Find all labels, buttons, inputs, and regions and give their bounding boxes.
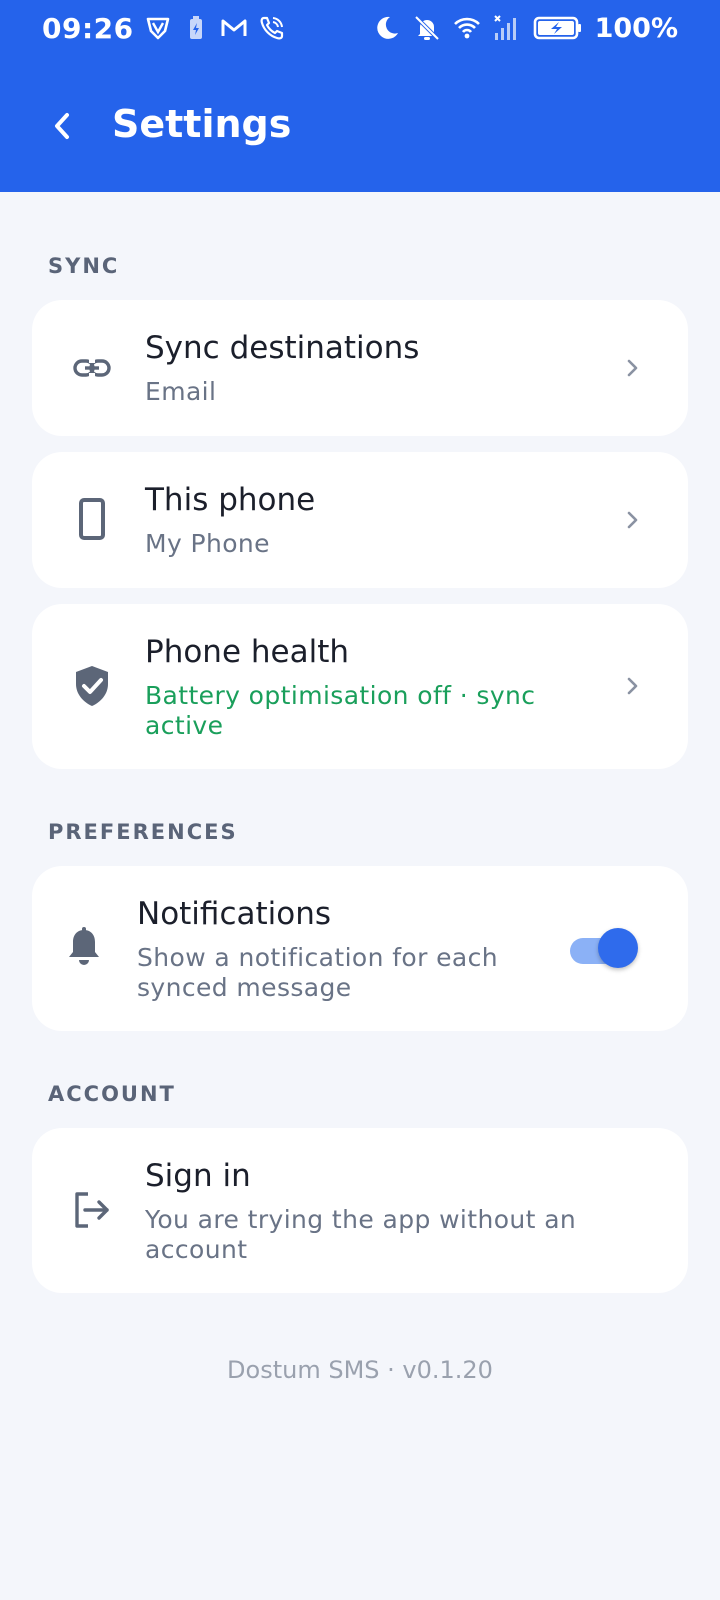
status-left: 09:26 <box>42 12 286 45</box>
item-status: Battery optimisation off · sync active <box>145 681 536 740</box>
item-title: Notifications <box>137 896 332 932</box>
signal-icon <box>493 14 521 42</box>
settings-item-sign-in[interactable]: Sign in You are trying the app without a… <box>32 1128 688 1293</box>
moon-icon <box>373 14 401 42</box>
notifications-toggle[interactable] <box>570 928 638 968</box>
chevron-left-icon <box>50 111 74 145</box>
vpn-shield-icon <box>144 14 172 42</box>
battery-icon <box>533 14 583 42</box>
section-label-sync: SYNC <box>48 254 120 278</box>
phone-icon <box>70 498 114 542</box>
settings-item-this-phone[interactable]: This phone My Phone <box>32 452 688 588</box>
chevron-right-icon <box>627 359 638 377</box>
back-button[interactable] <box>40 106 84 150</box>
wifi-calling-icon <box>258 14 286 42</box>
bell-off-icon <box>413 14 441 42</box>
item-subtitle: My Phone <box>145 529 270 558</box>
settings-item-notifications[interactable]: Notifications Show a notification for ea… <box>32 866 688 1031</box>
battery-saver-icon <box>182 14 210 42</box>
item-title: This phone <box>145 482 316 518</box>
page-title: Settings <box>112 102 292 146</box>
settings-item-phone-health[interactable]: Phone health Battery optimisation off · … <box>32 604 688 769</box>
item-subtitle: Email <box>145 377 217 406</box>
section-label-account: ACCOUNT <box>48 1082 176 1106</box>
link-icon <box>70 346 114 390</box>
status-right: 100% <box>373 13 678 44</box>
wifi-icon <box>453 14 481 42</box>
sign-in-icon <box>70 1188 114 1232</box>
battery-percent: 100% <box>594 12 678 44</box>
bell-icon <box>62 926 106 970</box>
item-title: Sign in <box>145 1158 251 1194</box>
status-time: 09:26 <box>42 11 134 45</box>
item-title: Phone health <box>145 634 350 670</box>
app-version-footer: Dostum SMS · v0.1.20 <box>227 1356 493 1384</box>
item-subtitle: Show a notification for each synced mess… <box>137 943 499 1002</box>
settings-item-sync-destinations[interactable]: Sync destinations Email <box>32 300 688 436</box>
toggle-thumb <box>598 928 638 968</box>
app-bar: 09:26 100% Settings <box>0 0 720 192</box>
item-title: Sync destinations <box>145 330 420 366</box>
chevron-right-icon <box>627 677 638 695</box>
title-bar: Settings <box>0 88 720 168</box>
section-label-preferences: PREFERENCES <box>48 820 238 844</box>
item-subtitle: You are trying the app without an accoun… <box>145 1205 577 1264</box>
status-bar: 09:26 100% <box>0 0 720 56</box>
gmail-icon <box>220 14 248 42</box>
chevron-right-icon <box>627 511 638 529</box>
shield-check-icon <box>70 664 114 708</box>
